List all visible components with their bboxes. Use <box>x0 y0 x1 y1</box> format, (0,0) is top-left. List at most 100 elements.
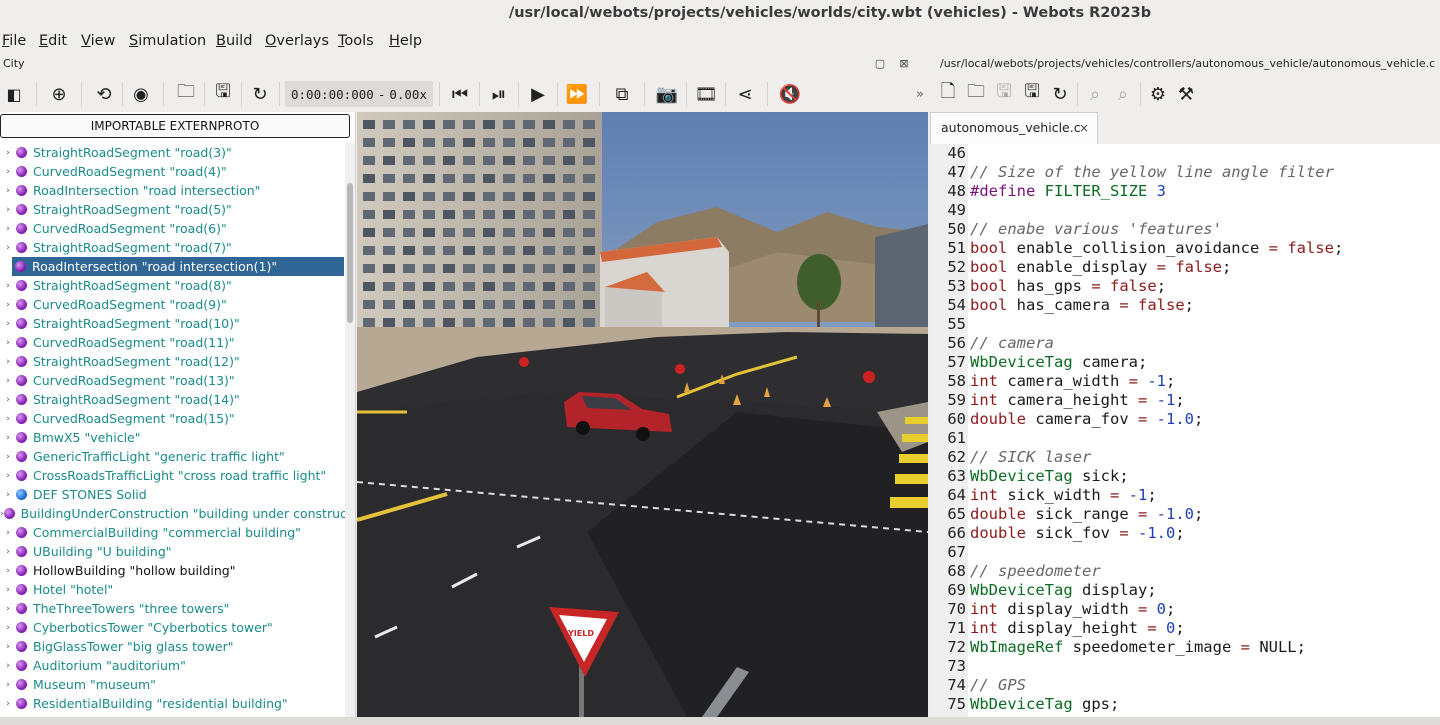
tree-item[interactable]: › CurvedRoadSegment "road(9)" <box>0 295 344 314</box>
code-line[interactable]: 74// GPS <box>933 676 1026 695</box>
expand-arrow-icon[interactable]: › <box>0 680 16 690</box>
tree-item[interactable]: › BigGlassTower "big glass tower" <box>0 637 344 656</box>
save-all-icon[interactable]: 🖫 <box>1018 80 1046 108</box>
menu-view[interactable]: View <box>81 30 121 49</box>
tree-item[interactable]: › DEF STONES Solid <box>0 485 344 504</box>
tree-scrollbar[interactable] <box>345 143 355 717</box>
step-back-icon[interactable]: ⏮ <box>446 80 474 108</box>
code-editor[interactable]: 46 47// Size of the yellow line angle fil… <box>933 144 1440 717</box>
tree-item[interactable]: › CommercialBuilding "commercial building… <box>0 523 344 542</box>
render-mode-icon[interactable]: ⧉ <box>608 80 636 108</box>
menu-build[interactable]: Build <box>216 30 258 49</box>
expand-arrow-icon[interactable]: › <box>0 490 16 500</box>
expand-arrow-icon[interactable]: › <box>0 433 16 443</box>
code-line[interactable]: 56// camera <box>933 334 1054 353</box>
code-line[interactable]: 55 <box>933 315 970 334</box>
tree-item[interactable]: › HollowBuilding "hollow building" <box>0 561 344 580</box>
tree-item[interactable]: › StraightRoadSegment "road(8)" <box>0 276 344 295</box>
toggle-scene-tree-icon[interactable]: ◧ <box>0 80 28 108</box>
new-file-icon[interactable]: 🗋 <box>934 80 962 108</box>
code-line[interactable]: 64 int sick_width = -1; <box>933 486 1156 505</box>
expand-arrow-icon[interactable]: › <box>0 566 16 576</box>
tree-item[interactable]: › CyberboticsTower "Cyberbotics tower" <box>0 618 344 637</box>
tree-item[interactable]: › CurvedRoadSegment "road(4)" <box>0 162 344 181</box>
record-movie-icon[interactable]: 🎞 <box>692 80 720 108</box>
play-icon[interactable]: ▶ <box>524 80 552 108</box>
code-line[interactable]: 59 int camera_height = -1; <box>933 391 1184 410</box>
expand-arrow-icon[interactable]: › <box>0 186 16 196</box>
code-line[interactable]: 47// Size of the yellow line angle filte… <box>933 163 1334 182</box>
tree-item[interactable]: › Hotel "hotel" <box>0 580 344 599</box>
expand-arrow-icon[interactable]: › <box>0 395 16 405</box>
build-icon[interactable]: ⚙ <box>1144 80 1172 108</box>
code-line[interactable]: 68// speedometer <box>933 562 1100 581</box>
tree-item[interactable]: › StraightRoadSegment "road(7)" <box>0 238 344 257</box>
screenshot-icon[interactable]: 📷 <box>653 80 681 108</box>
menu-edit[interactable]: Edit <box>39 30 73 49</box>
code-line[interactable]: 51 bool enable_collision_avoidance = fals… <box>933 239 1343 258</box>
add-node-icon[interactable]: ⊕ <box>45 80 73 108</box>
3d-scene[interactable]: YIELD <box>357 112 928 717</box>
clean-icon[interactable]: ⚒ <box>1172 80 1200 108</box>
code-line[interactable]: 46 <box>933 144 970 163</box>
expand-arrow-icon[interactable]: › <box>0 205 16 215</box>
tree-item[interactable]: › BmwX5 "vehicle" <box>0 428 344 447</box>
save-file-disabled-icon[interactable]: 🖫 <box>990 80 1018 108</box>
close-tab-icon[interactable]: × <box>1079 113 1089 143</box>
reset-simulation-icon[interactable]: ↻ <box>246 80 274 108</box>
save-world-icon[interactable]: 🖫 <box>209 80 237 108</box>
code-line[interactable]: 50// enabe various 'features' <box>933 220 1222 239</box>
code-line[interactable]: 57 WbDeviceTag camera; <box>933 353 1147 372</box>
importable-externproto-button[interactable]: IMPORTABLE EXTERNPROTO <box>0 114 350 138</box>
tree-item[interactable]: › CurvedRoadSegment "road(15)" <box>0 409 344 428</box>
code-line[interactable]: 48 #define FILTER_SIZE 3 <box>933 182 1166 201</box>
mute-icon[interactable]: 🔇 <box>776 80 804 108</box>
tree-item[interactable]: › ResidentialBuilding "residential buildi… <box>0 694 344 713</box>
expand-arrow-icon[interactable]: › <box>0 338 16 348</box>
open-world-icon[interactable]: 🗀 <box>172 80 200 108</box>
reload-world-icon[interactable]: ⟲ <box>90 80 118 108</box>
3d-view[interactable]: YIELD <box>357 112 928 717</box>
view-icon[interactable]: ◉ <box>127 80 155 108</box>
expand-arrow-icon[interactable]: › <box>0 547 16 557</box>
expand-arrow-icon[interactable]: › <box>0 585 16 595</box>
tree-item[interactable]: › Auditorium "auditorium" <box>0 656 344 675</box>
tree-item[interactable]: › GenericTrafficLight "generic traffic li… <box>0 447 344 466</box>
tree-item[interactable]: › StraightRoadSegment "road(10)" <box>0 314 344 333</box>
tree-item[interactable]: › StraightRoadSegment "road(3)" <box>0 143 344 162</box>
revert-file-icon[interactable]: ↻ <box>1046 80 1074 108</box>
code-line[interactable]: 61 <box>933 429 970 448</box>
menu-tools[interactable]: Tools <box>338 30 380 49</box>
expand-arrow-icon[interactable]: › <box>0 300 16 310</box>
expand-arrow-icon[interactable]: › <box>0 661 16 671</box>
tree-item[interactable]: ›RoadIntersection "road intersection(1)" <box>12 257 344 276</box>
tree-item[interactable]: › StraightRoadSegment "road(12)" <box>0 352 344 371</box>
code-line[interactable]: 75 WbDeviceTag gps; <box>933 695 1119 714</box>
expand-arrow-icon[interactable]: › <box>0 167 16 177</box>
more-tools-icon[interactable]: » <box>906 80 934 108</box>
tree-item[interactable]: › TheThreeTowers "three towers" <box>0 599 344 618</box>
menu-help[interactable]: Help <box>389 30 428 49</box>
find-icon[interactable]: ⌕ <box>1081 80 1109 108</box>
tree-item[interactable]: › BuildingUnderConstruction "building und… <box>0 504 355 523</box>
expand-arrow-icon[interactable]: › <box>0 319 16 329</box>
code-line[interactable]: 67 <box>933 543 970 562</box>
tree-item[interactable]: › CrossRoadsTrafficLight "cross road traf… <box>0 466 344 485</box>
close-panel-icon[interactable]: ⊠ <box>897 57 911 71</box>
code-line[interactable]: 69 WbDeviceTag display; <box>933 581 1156 600</box>
replace-icon[interactable]: ⌕ <box>1109 80 1137 108</box>
code-line[interactable]: 49 <box>933 201 970 220</box>
tree-item[interactable]: › CurvedRoadSegment "road(11)" <box>0 333 344 352</box>
expand-arrow-icon[interactable]: › <box>0 148 16 158</box>
code-line[interactable]: 54 bool has_camera = false; <box>933 296 1194 315</box>
code-line[interactable]: 70 int display_width = 0; <box>933 600 1175 619</box>
expand-arrow-icon[interactable]: › <box>0 623 16 633</box>
menu-overlays[interactable]: Overlays <box>265 30 335 49</box>
code-line[interactable]: 60 double camera_fov = -1.0; <box>933 410 1203 429</box>
code-line[interactable]: 66 double sick_fov = -1.0; <box>933 524 1184 543</box>
float-panel-icon[interactable]: ▢ <box>873 57 887 71</box>
code-line[interactable]: 58 int camera_width = -1; <box>933 372 1175 391</box>
expand-arrow-icon[interactable]: › <box>0 642 16 652</box>
expand-arrow-icon[interactable]: › <box>0 357 16 367</box>
expand-arrow-icon[interactable]: › <box>0 604 16 614</box>
